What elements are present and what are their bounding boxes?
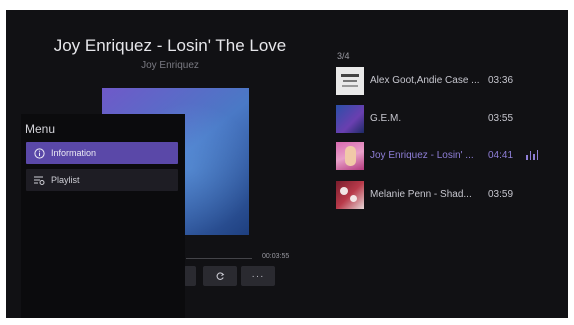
track-duration: 03:59	[488, 189, 514, 200]
track-name: G.E.M.	[370, 113, 402, 124]
playlist-track[interactable]: Melanie Penn - Shad... 03:59	[336, 181, 551, 209]
track-thumbnail	[336, 67, 364, 95]
playlist-track[interactable]: Alex Goot,Andie Case ... 03:36	[336, 67, 551, 95]
total-time: 00:03:55	[262, 253, 290, 260]
track-name: Melanie Penn - Shad...	[370, 189, 472, 200]
track-thumbnail	[336, 181, 364, 209]
playlist-counter: 3/4	[337, 51, 350, 61]
playlist-track[interactable]: G.E.M. 03:55	[336, 105, 551, 133]
side-menu: Menu Information Playlist	[21, 114, 185, 318]
more-button[interactable]: ···	[241, 266, 275, 286]
info-icon	[32, 146, 46, 160]
menu-item-label: Information	[51, 148, 97, 158]
menu-item-label: Playlist	[51, 175, 80, 185]
more-label: ···	[251, 270, 265, 282]
track-name: Joy Enriquez - Losin' ...	[370, 150, 474, 161]
playlist-icon	[32, 173, 46, 187]
track-name: Alex Goot,Andie Case ...	[370, 75, 480, 86]
previous-button[interactable]	[184, 266, 196, 286]
track-duration: 04:41	[488, 150, 514, 161]
track-thumbnail	[336, 142, 364, 170]
repeat-icon	[216, 272, 225, 280]
song-artist: Joy Enriquez	[141, 60, 199, 71]
menu-item-playlist[interactable]: Playlist	[26, 169, 178, 191]
track-duration: 03:55	[488, 113, 514, 124]
now-playing-icon	[526, 150, 538, 160]
menu-title: Menu	[25, 122, 56, 136]
track-duration: 03:36	[488, 75, 514, 86]
menu-item-information[interactable]: Information	[26, 142, 178, 164]
playlist-track-current[interactable]: Joy Enriquez - Losin' ... 04:41	[336, 142, 551, 170]
tv-player-screen: Joy Enriquez - Losin' The Love Joy Enriq…	[6, 10, 568, 318]
track-thumbnail	[336, 105, 364, 133]
song-title: Joy Enriquez - Losin' The Love	[53, 36, 287, 55]
repeat-button[interactable]	[203, 266, 237, 286]
progress-bar[interactable]	[186, 258, 252, 259]
